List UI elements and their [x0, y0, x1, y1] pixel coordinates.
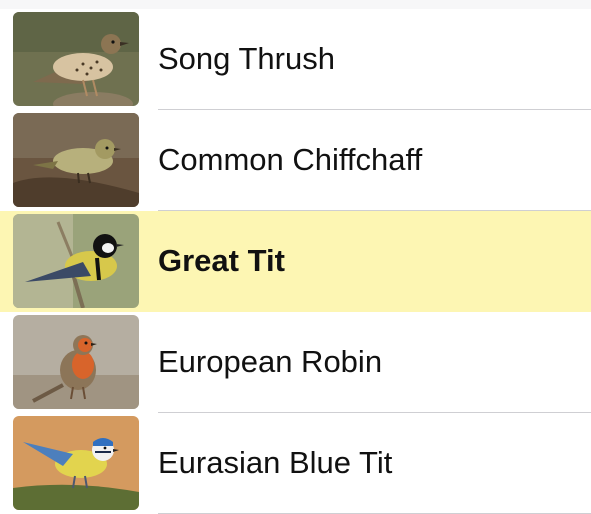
bird-list: Song Thrush Common Chiffchaff Great Tit …	[0, 9, 591, 514]
eurasian-blue-tit-photo	[13, 416, 139, 510]
list-item-great-tit[interactable]: Great Tit	[0, 211, 591, 312]
top-bar	[0, 0, 591, 9]
list-item-eurasian-blue-tit[interactable]: Eurasian Blue Tit	[0, 413, 591, 514]
bird-name: Great Tit	[158, 243, 285, 278]
list-item-common-chiffchaff[interactable]: Common Chiffchaff	[0, 110, 591, 211]
song-thrush-photo	[13, 12, 139, 106]
great-tit-photo	[13, 214, 139, 308]
bird-name: Eurasian Blue Tit	[158, 445, 393, 480]
european-robin-photo	[13, 315, 139, 409]
bird-name: Song Thrush	[158, 41, 335, 76]
list-item-song-thrush[interactable]: Song Thrush	[0, 9, 591, 110]
list-item-european-robin[interactable]: European Robin	[0, 312, 591, 413]
bird-name: European Robin	[158, 344, 383, 379]
bird-name: Common Chiffchaff	[158, 142, 423, 177]
common-chiffchaff-photo	[13, 113, 139, 207]
